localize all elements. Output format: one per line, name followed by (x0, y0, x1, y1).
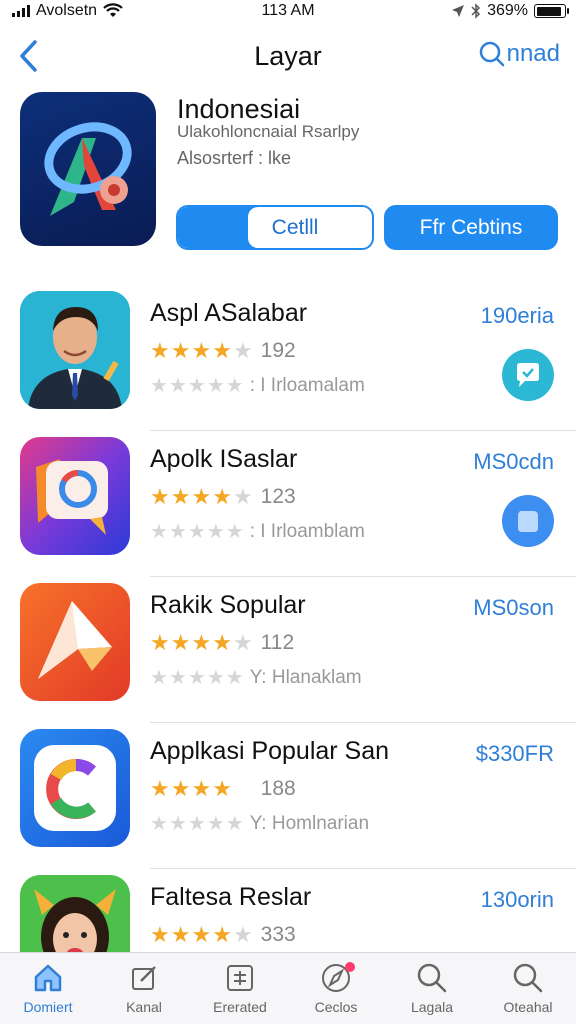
search-label: nnad (506, 40, 560, 67)
battery-icon (534, 4, 569, 18)
featured-app: Indonesiai Ulakohloncnaial Rsarlpy Alsos… (20, 92, 560, 262)
tab-ererated[interactable]: Ererated (192, 953, 288, 1024)
navigation-bar: Layar nnad (0, 30, 576, 82)
featured-meta: Alsosrterf : lke (177, 148, 292, 168)
tab-ceclos[interactable]: Ceclos (288, 953, 384, 1024)
app-name: Apolk ISaslar (150, 445, 298, 473)
star-rating: ★ ★ ★ ★ ★ (150, 484, 253, 509)
secondary-star-rating: ★ ★ ★ ★ ★ (150, 813, 244, 835)
app-rating: ★ ★ ★ ★ ★ 188 (150, 777, 296, 801)
list-item[interactable]: Rakik Sopular ★ ★ ★ ★ ★ 112 ★ ★ ★ ★ ★ Y: Hlanakl… (0, 577, 576, 723)
chat-icon (517, 363, 539, 387)
signal-icon (12, 5, 30, 17)
tab-home[interactable]: Domiert (0, 953, 96, 1024)
featured-app-icon[interactable] (20, 92, 156, 246)
featured-title: Indonesiai (177, 94, 301, 124)
secondary-star-rating: ★ ★ ★ ★ ★ (150, 375, 244, 397)
app-sub-text: Y: Homlnarian (249, 813, 370, 834)
back-button[interactable] (10, 36, 46, 76)
battery-percent: 369% (487, 2, 528, 19)
bluetooth-icon (471, 3, 481, 19)
rating-count: 188 (260, 777, 296, 800)
app-subline: ★ ★ ★ ★ ★ : I Irloamblam (150, 521, 365, 543)
rating-count: 192 (260, 339, 296, 362)
secondary-action-button[interactable]: Ffr Cebtins (384, 205, 558, 250)
wifi-icon (103, 3, 123, 17)
app-subline: ★ ★ ★ ★ ★ : I Irloamalam (150, 375, 365, 397)
featured-subtitle: Ulakohloncnaial Rsarlpy (177, 122, 360, 141)
star-rating: ★ ★ ★ ★ ★ (150, 630, 253, 655)
list-item[interactable]: Aspl ASalabar ★ ★ ★ ★ ★ 192 ★ ★ ★ ★ ★ : I Irloam… (0, 285, 576, 431)
app-rating: ★ ★ ★ ★ ★ 112 (150, 631, 294, 655)
rating-count: 333 (260, 923, 296, 946)
home-icon (34, 964, 62, 992)
app-subline: ★ ★ ★ ★ ★ Y: Homlnarian (150, 813, 369, 835)
star-rating: ★ ★ ★ ★ ★ (150, 922, 253, 947)
search-icon (513, 963, 543, 993)
app-sub-text: Y: Hlanaklam (249, 667, 362, 688)
app-name: Rakik Sopular (150, 591, 306, 619)
page-title: Layar (254, 40, 322, 71)
list-item[interactable]: Apolk ISaslar ★ ★ ★ ★ ★ 123 ★ ★ ★ ★ ★ : I Irloam… (0, 431, 576, 577)
location-icon (452, 5, 465, 17)
tab-oteahal[interactable]: Oteahal (480, 953, 576, 1024)
search-button[interactable]: nnad (479, 40, 560, 68)
app-sub-text: : I Irloamblam (249, 521, 365, 542)
tab-bar: Domiert Kanal Ererated Ceclos Lagala Ote… (0, 952, 576, 1024)
secondary-star-rating: ★ ★ ★ ★ ★ (150, 521, 244, 543)
chat-action-button[interactable] (502, 349, 554, 401)
app-name: Faltesa Reslar (150, 883, 312, 911)
status-bar: Avolsetn 113 AM 369% (0, 0, 576, 22)
rating-count: 112 (260, 631, 295, 654)
star-rating: ★ ★ ★ ★ ★ (150, 776, 253, 801)
c-logo-icon (20, 729, 130, 847)
app-price[interactable]: 130orin (481, 887, 554, 913)
primary-action-button[interactable]: Cetlll (176, 205, 374, 250)
notification-badge (345, 962, 355, 972)
star-rating: ★ ★ ★ ★ ★ (150, 338, 253, 363)
person-icon (20, 291, 130, 409)
tab-label: Ceclos (314, 999, 358, 1015)
app-rating: ★ ★ ★ ★ ★ 123 (150, 485, 296, 509)
app-price[interactable]: MS0son (473, 595, 554, 621)
tab-label: Ererated (213, 999, 267, 1015)
tab-label: Oteahal (503, 999, 553, 1015)
tab-label: Kanal (126, 999, 162, 1015)
page-icon (518, 511, 538, 532)
tab-label: Lagala (410, 999, 454, 1015)
rating-count: 123 (260, 485, 296, 508)
carrier-label: Avolsetn (36, 2, 98, 19)
app-price[interactable]: MS0cdn (473, 449, 554, 475)
app-list: Aspl ASalabar ★ ★ ★ ★ ★ 192 ★ ★ ★ ★ ★ : I Irloam… (0, 285, 576, 1015)
search-icon (479, 41, 504, 67)
tab-lagala[interactable]: Lagala (384, 953, 480, 1024)
app-price[interactable]: $330FR (476, 741, 554, 767)
chat-bubble-icon (20, 437, 130, 555)
app-subline: ★ ★ ★ ★ ★ Y: Hlanaklam (150, 667, 362, 689)
tab-label: Domiert (23, 999, 73, 1015)
app-rating: ★ ★ ★ ★ ★ 192 (150, 339, 296, 363)
app-price[interactable]: 190eria (481, 303, 554, 329)
edit-icon (132, 966, 156, 990)
secondary-star-rating: ★ ★ ★ ★ ★ (150, 667, 244, 689)
list-item[interactable]: Applkasi Popular San ★ ★ ★ ★ ★ 188 ★ ★ ★ ★ ★ Y: … (0, 723, 576, 869)
star-icon (20, 583, 130, 701)
app-name: Aspl ASalabar (150, 299, 308, 327)
search-icon (417, 963, 447, 993)
box-icon (227, 965, 253, 991)
page-action-button[interactable] (502, 495, 554, 547)
app-sub-text: : I Irloamalam (249, 375, 365, 396)
app-name: Applkasi Popular San (150, 737, 390, 765)
chevron-left-icon (20, 40, 37, 72)
app-rating: ★ ★ ★ ★ ★ 333 (150, 923, 296, 947)
tab-kanal[interactable]: Kanal (96, 953, 192, 1024)
